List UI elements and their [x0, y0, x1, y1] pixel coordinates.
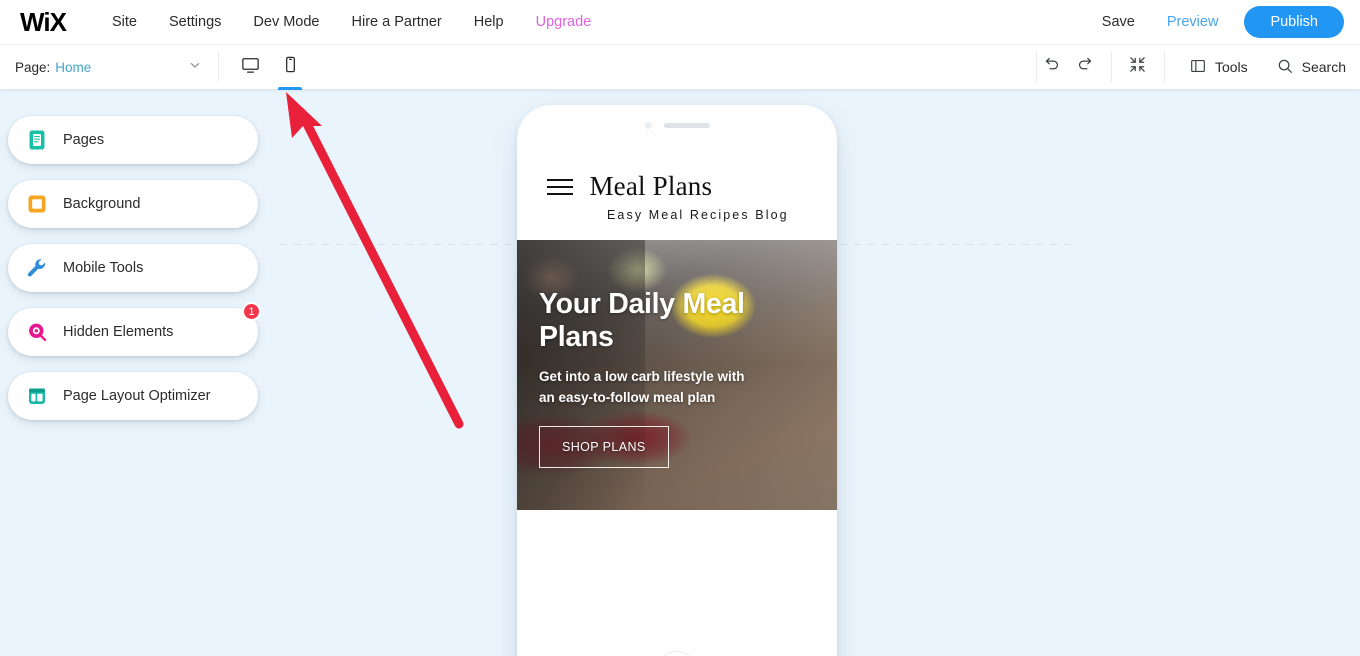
redo-button[interactable]	[1069, 45, 1101, 90]
hero-heading: Your Daily Meal Plans	[539, 288, 745, 354]
menu-item-settings[interactable]: Settings	[153, 8, 237, 36]
publish-button[interactable]: Publish	[1244, 6, 1344, 38]
desktop-monitor-icon	[240, 54, 261, 80]
chevron-down-icon	[188, 58, 202, 77]
toolbar-divider-4	[1163, 52, 1165, 82]
phone-camera-icon	[644, 121, 652, 129]
background-square-icon	[24, 192, 49, 217]
sidebar-item-page-layout-optimizer[interactable]: Page Layout Optimizer	[8, 372, 258, 420]
top-menu-bar: WiX Site Settings Dev Mode Hire a Partne…	[0, 0, 1360, 44]
layout-optimizer-icon	[24, 384, 49, 409]
sidebar-item-label: Page Layout Optimizer	[63, 388, 211, 404]
menu-item-hire-a-partner[interactable]: Hire a Partner	[336, 8, 458, 36]
hamburger-menu-icon[interactable]	[547, 174, 573, 200]
menu-item-dev-mode[interactable]: Dev Mode	[237, 8, 335, 36]
main-menu: Site Settings Dev Mode Hire a Partner He…	[96, 8, 607, 36]
editor-toolbar: Page: Home Tools Search	[0, 44, 1360, 90]
site-header: Meal Plans Easy Meal Recipes Blog	[517, 145, 837, 222]
editor-canvas[interactable]: Pages Background Mobile Tools Hidden Ele…	[0, 92, 1360, 656]
mobile-phone-icon	[280, 54, 301, 80]
magnifier-icon	[1276, 57, 1294, 78]
tools-button-label: Tools	[1214, 59, 1248, 75]
zoom-out-button[interactable]	[1122, 45, 1154, 90]
search-button-label: Search	[1301, 59, 1346, 75]
phone-bottom-hardware	[517, 619, 837, 656]
redo-arrow-icon	[1075, 55, 1094, 79]
menu-item-help[interactable]: Help	[458, 8, 520, 36]
pages-document-icon	[24, 128, 49, 153]
panel-layout-icon	[1189, 57, 1207, 78]
search-button[interactable]: Search	[1262, 45, 1360, 90]
toolbar-divider-3	[1110, 52, 1112, 82]
mobile-view-button[interactable]	[273, 45, 307, 90]
hero-section[interactable]: Your Daily Meal Plans Get into a low car…	[517, 240, 837, 510]
sidebar-item-pages[interactable]: Pages	[8, 116, 258, 164]
sidebar-item-label: Pages	[63, 132, 105, 148]
toolbar-divider	[218, 52, 219, 82]
phone-speaker-icon	[663, 122, 710, 128]
hero-content: Your Daily Meal Plans Get into a low car…	[517, 240, 837, 468]
hidden-eye-icon	[24, 320, 49, 345]
sidebar-item-label: Mobile Tools	[63, 260, 144, 276]
mobile-preview-phone[interactable]: Meal Plans Easy Meal Recipes Blog Your D…	[517, 105, 837, 656]
status-badge: 1	[242, 302, 261, 321]
wrench-icon	[24, 256, 49, 281]
wix-logo[interactable]: WiX	[14, 7, 72, 37]
sidebar-item-background[interactable]: Background	[8, 180, 258, 228]
menu-item-upgrade[interactable]: Upgrade	[520, 8, 608, 36]
zoom-out-collapse-icon	[1128, 55, 1147, 79]
hero-paragraph: Get into a low carb lifestyle with an ea…	[539, 369, 745, 406]
menu-item-site[interactable]: Site	[96, 8, 153, 36]
home-button-icon[interactable]	[657, 650, 697, 656]
mobile-editor-sidebar: Pages Background Mobile Tools Hidden Ele…	[8, 116, 261, 420]
site-subtitle: Easy Meal Recipes Blog	[607, 208, 789, 222]
viewport-toggle-group	[233, 45, 307, 90]
top-actions: Save Preview Publish	[1086, 6, 1360, 38]
preview-button[interactable]: Preview	[1151, 8, 1235, 36]
tools-button[interactable]: Tools	[1175, 45, 1262, 90]
desktop-view-button[interactable]	[233, 45, 267, 90]
save-button[interactable]: Save	[1086, 8, 1151, 36]
sidebar-item-label: Hidden Elements	[63, 324, 174, 340]
site-title: Meal Plans	[589, 171, 713, 201]
page-selector-value: Home	[55, 59, 92, 75]
phone-top-hardware	[517, 105, 837, 145]
sidebar-item-hidden-elements[interactable]: Hidden Elements 1	[8, 302, 261, 356]
sidebar-item-mobile-tools[interactable]: Mobile Tools	[8, 244, 258, 292]
sidebar-item-label: Background	[63, 196, 141, 212]
toolbar-right-actions: Tools Search	[1035, 45, 1360, 90]
shop-plans-button[interactable]: SHOP PLANS	[539, 425, 669, 468]
undo-arrow-icon	[1043, 55, 1062, 79]
undo-button[interactable]	[1037, 45, 1069, 90]
page-selector[interactable]: Page: Home	[0, 45, 218, 90]
page-selector-label: Page:	[15, 59, 51, 75]
